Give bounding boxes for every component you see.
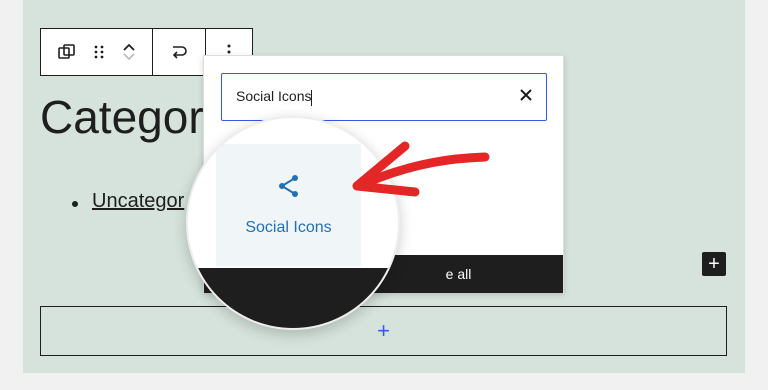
move-down-icon[interactable] <box>122 52 136 62</box>
share-icon <box>278 175 298 197</box>
text-caret <box>311 89 313 106</box>
move-buttons <box>122 29 136 75</box>
move-up-icon[interactable] <box>122 42 136 52</box>
drag-handle-icon[interactable] <box>93 29 105 75</box>
magnified-browse-bar <box>188 268 398 328</box>
category-link[interactable]: Uncategor <box>92 190 184 213</box>
block-result-label: Social Icons <box>245 219 332 236</box>
social-icons-block-result[interactable]: Social Icons <box>216 144 361 266</box>
list-bullet <box>72 201 78 207</box>
search-input[interactable]: Social Icons <box>221 73 547 121</box>
page-heading: Categor <box>40 91 204 143</box>
clear-search-icon[interactable] <box>520 88 532 106</box>
red-arrow-icon <box>352 141 490 197</box>
block-type-icon[interactable] <box>57 29 76 75</box>
transform-icon[interactable] <box>169 29 189 75</box>
search-value: Social Icons <box>236 88 312 105</box>
add-block-icon[interactable]: + <box>702 252 726 276</box>
